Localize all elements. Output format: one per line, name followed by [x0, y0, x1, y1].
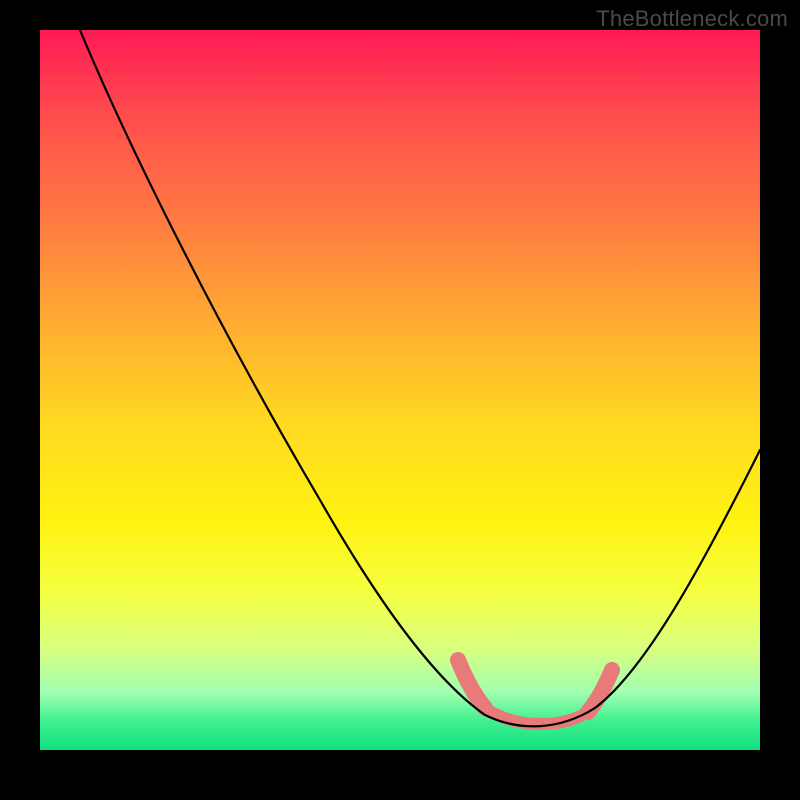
chart-svg	[40, 30, 760, 750]
bottleneck-curve-line	[80, 30, 760, 726]
watermark-text: TheBottleneck.com	[596, 6, 788, 32]
chart-plot-area	[40, 30, 760, 750]
good-range-highlight-left	[458, 660, 485, 708]
good-range-highlight-right	[588, 670, 612, 712]
